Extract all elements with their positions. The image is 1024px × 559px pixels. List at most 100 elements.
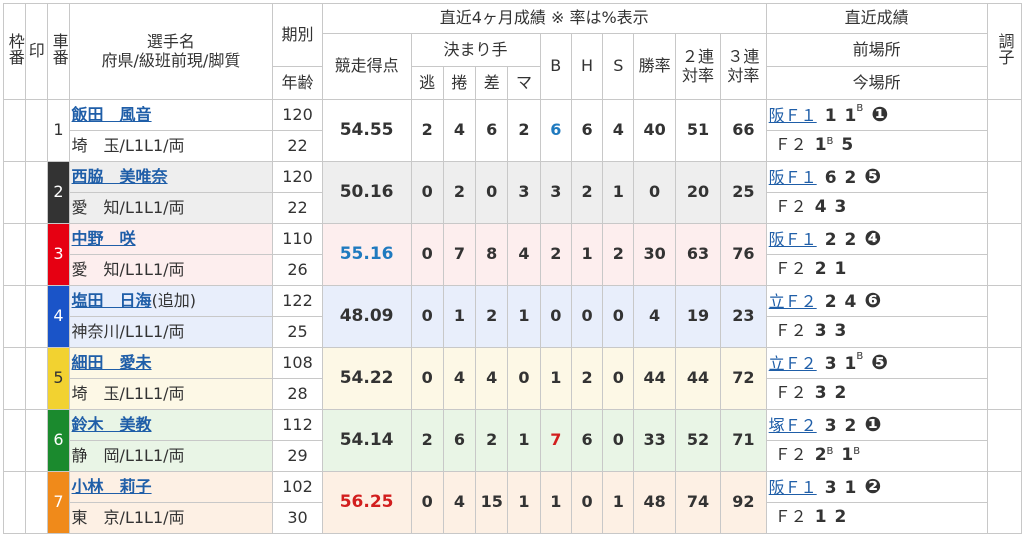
prev-result-1: 6	[824, 168, 837, 189]
condition-cell	[986, 409, 1023, 472]
mark-count-cell: 1	[507, 409, 541, 472]
sashi-cell: 8	[475, 223, 509, 286]
car-number: 5	[47, 347, 70, 410]
mark-cell[interactable]	[25, 99, 49, 162]
prev-result-2: 1B	[844, 351, 864, 375]
prev-venue-link[interactable]: 阪Ｆ１	[769, 168, 817, 187]
prev-result-3: ❷	[864, 474, 882, 499]
h-cell: 6	[570, 409, 604, 472]
curr-venue-cell: Ｆ２ 3 2	[765, 378, 988, 410]
prev-result-1: 3	[824, 416, 837, 437]
win-rate-cell: 33	[633, 409, 676, 472]
curr-venue-cell: Ｆ２ 1 2	[765, 502, 988, 534]
condition-cell	[986, 347, 1023, 410]
prev-venue-link[interactable]: 阪Ｆ１	[769, 106, 817, 125]
period-cell: 110	[272, 223, 323, 255]
racer-name-cell: 飯田 風音	[68, 99, 274, 131]
racer-name-link[interactable]: 細田 愛未	[72, 353, 152, 372]
score-cell: 54.55	[321, 99, 412, 162]
racer-name-link[interactable]: 西脇 美唯奈	[72, 167, 168, 186]
curr-venue-label: Ｆ２	[774, 383, 807, 403]
prev-venue-cell: 立Ｆ２ 3 1B ❺	[765, 347, 988, 379]
nige-cell: 0	[410, 285, 444, 348]
prev-result-3: ❶	[864, 412, 882, 437]
condition-cell	[986, 99, 1023, 162]
mark-count-cell: 1	[507, 285, 541, 348]
racer-row-top: 7 小林 莉子 102 56.25 0 4 15 1 1 0 1 48 74 92 阪Ｆ１ 3 1 ❷	[2, 471, 1023, 534]
b-cell: 0	[539, 285, 572, 348]
score-cell: 56.25	[321, 471, 412, 534]
s-cell: 0	[602, 409, 635, 472]
prev-result-1: 2	[824, 230, 837, 251]
racer-name-link[interactable]: 飯田 風音	[72, 105, 152, 124]
racer-name-link[interactable]: 塩田 日海	[72, 291, 152, 310]
rentai2-cell: 20	[674, 161, 722, 224]
curr-venue-label: Ｆ２	[774, 197, 807, 217]
header-mark: マ	[507, 66, 541, 100]
header-prev-venue: 前場所	[765, 33, 988, 67]
h-cell: 6	[570, 99, 604, 162]
mark-cell[interactable]	[25, 409, 49, 472]
racer-name-link[interactable]: 小林 莉子	[72, 477, 152, 496]
condition-cell	[986, 161, 1023, 224]
header-rentai3: ３連対率	[720, 33, 767, 100]
mark-cell[interactable]	[25, 347, 49, 410]
mark-cell[interactable]	[25, 471, 49, 534]
win-rate-cell: 0	[633, 161, 676, 224]
prev-result-3: ❺	[871, 350, 889, 375]
prev-result-1: 1	[824, 106, 837, 127]
age-cell: 28	[272, 378, 323, 410]
nige-cell: 0	[410, 347, 444, 410]
car-number: 2	[47, 161, 70, 224]
condition-cell	[986, 223, 1023, 286]
prev-venue-link[interactable]: 立Ｆ２	[769, 292, 817, 311]
score-cell: 54.22	[321, 347, 412, 410]
mark-count-cell: 2	[507, 99, 541, 162]
curr-venue-cell: Ｆ２ 3 3	[765, 316, 988, 348]
makuri-cell: 6	[442, 409, 477, 472]
waku-cell	[2, 161, 27, 224]
h-cell: 2	[570, 347, 604, 410]
period-cell: 112	[272, 409, 323, 441]
racer-name-link[interactable]: 鈴木 美教	[72, 415, 152, 434]
prev-result-2: 4	[844, 292, 857, 313]
header-kimarite: 決まり手	[410, 33, 541, 67]
h-cell: 2	[570, 161, 604, 224]
racer-pref: 埼 玉/L1L1/両	[68, 130, 274, 162]
b-cell: 7	[539, 409, 572, 472]
racer-name-cell: 鈴木 美教	[68, 409, 274, 441]
win-rate-cell: 40	[633, 99, 676, 162]
win-rate-cell: 48	[633, 471, 676, 534]
racer-name-link[interactable]: 中野 咲	[72, 229, 136, 248]
curr-result-2: 2	[834, 383, 847, 404]
prev-venue-cell: 阪Ｆ１ 2 2 ❹	[765, 223, 988, 255]
prev-venue-cell: 阪Ｆ１ 6 2 ❺	[765, 161, 988, 193]
makuri-cell: 1	[442, 285, 477, 348]
sashi-cell: 2	[475, 409, 509, 472]
mark-cell[interactable]	[25, 161, 49, 224]
prev-result-2: 2	[844, 168, 857, 189]
waku-cell	[2, 347, 27, 410]
mark-cell[interactable]	[25, 285, 49, 348]
prev-venue-link[interactable]: 阪Ｆ１	[769, 230, 817, 249]
condition-cell	[986, 471, 1023, 534]
prev-venue-link[interactable]: 阪Ｆ１	[769, 478, 817, 497]
curr-venue-label: Ｆ２	[774, 259, 807, 279]
racer-addition: (追加)	[151, 290, 197, 310]
racer-row-top: 6 鈴木 美教 112 54.14 2 6 2 1 7 6 0 33 52 71 塚Ｆ２ 3 2 ❶	[2, 409, 1023, 472]
prev-venue-link[interactable]: 立Ｆ２	[769, 354, 817, 373]
mark-cell[interactable]	[25, 223, 49, 286]
curr-venue-cell: Ｆ２ 4 3	[765, 192, 988, 224]
curr-venue-cell: Ｆ２ 2B 1B	[765, 440, 988, 472]
curr-result-1: 3	[814, 383, 827, 404]
racer-pref: 神奈川/L1L1/両	[68, 316, 274, 348]
prev-result-3: ❺	[864, 164, 882, 189]
racer-row-top: 2 西脇 美唯奈 120 50.16 0 2 0 3 3 2 1 0 20 25 阪Ｆ１ 6 2 ❺	[2, 161, 1023, 224]
age-cell: 30	[272, 502, 323, 534]
prev-result-3: ❹	[864, 226, 882, 251]
prev-result-2: 2	[844, 230, 857, 251]
curr-result-1: 1B	[814, 135, 834, 156]
period-cell: 122	[272, 285, 323, 317]
prev-venue-link[interactable]: 塚Ｆ２	[769, 416, 817, 435]
waku-cell	[2, 285, 27, 348]
